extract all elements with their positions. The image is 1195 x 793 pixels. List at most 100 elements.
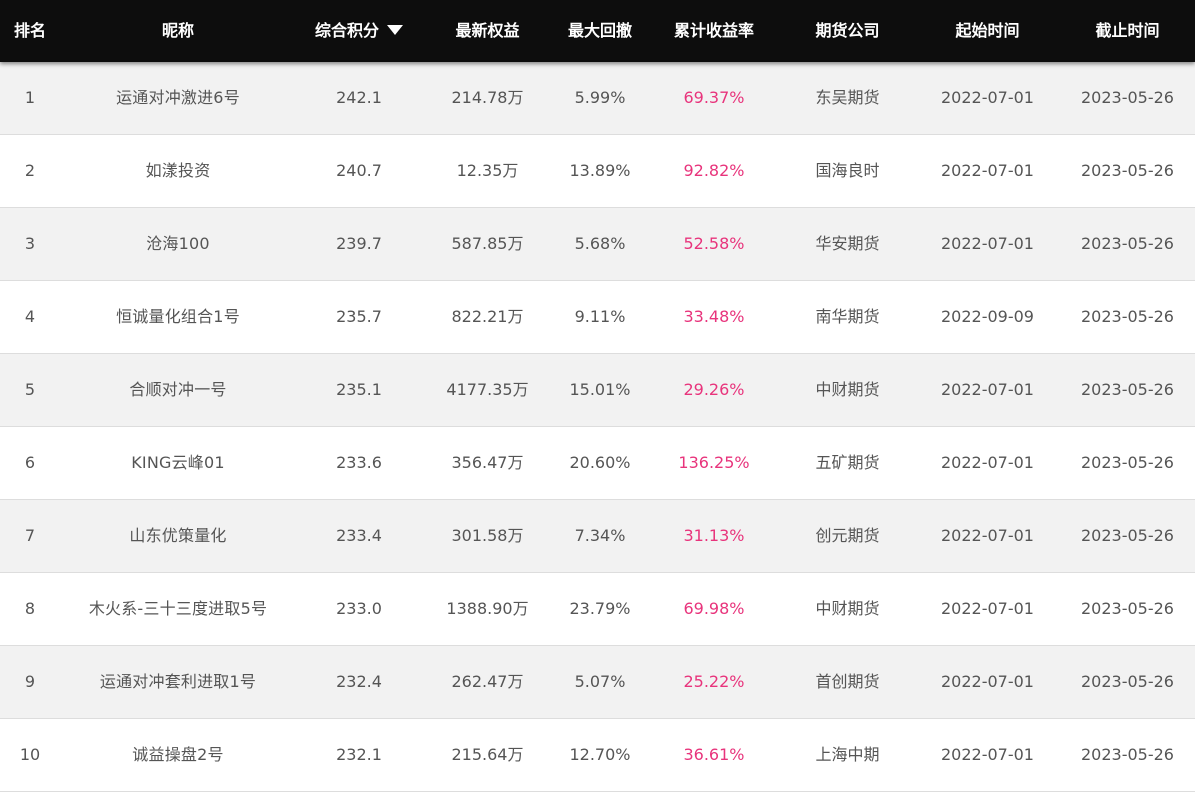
header-broker[interactable]: 期货公司 bbox=[785, 0, 910, 62]
end-date-cell: 2023-05-26 bbox=[1081, 599, 1174, 618]
cum-return-cell: 33.48% bbox=[683, 307, 745, 326]
table-row[interactable]: 1 运通对冲激进6号 242.1 214.78万 5.99% 69.37% 东吴… bbox=[0, 62, 1195, 135]
max-drawdown-cell: 23.79% bbox=[569, 599, 631, 618]
broker-cell: 首创期货 bbox=[815, 672, 880, 691]
equity-cell: 12.35万 bbox=[456, 161, 519, 180]
score-cell: 233.0 bbox=[336, 599, 382, 618]
score-cell: 232.4 bbox=[336, 672, 382, 691]
max-drawdown-cell: 15.01% bbox=[569, 380, 631, 399]
broker-cell: 华安期货 bbox=[815, 234, 880, 253]
score-cell: 242.1 bbox=[336, 88, 382, 107]
nickname-cell[interactable]: 合顺对冲一号 bbox=[78, 354, 278, 426]
equity-cell: 1388.90万 bbox=[446, 599, 529, 618]
rank-cell: 5 bbox=[24, 380, 36, 399]
start-date-cell: 2022-07-01 bbox=[941, 745, 1034, 764]
broker-cell: 中财期货 bbox=[815, 380, 880, 399]
max-drawdown-cell: 5.68% bbox=[574, 234, 626, 253]
start-date-cell: 2022-09-09 bbox=[941, 307, 1034, 326]
header-score[interactable]: 综合积分 bbox=[300, 0, 418, 62]
rank-cell: 10 bbox=[19, 745, 41, 764]
end-date-cell: 2023-05-26 bbox=[1081, 380, 1174, 399]
rank-cell: 7 bbox=[24, 526, 36, 545]
nickname-cell[interactable]: 沧海100 bbox=[78, 208, 278, 280]
cum-return-cell: 136.25% bbox=[678, 453, 750, 472]
nickname-cell[interactable]: KING云峰01 bbox=[78, 427, 278, 499]
header-end-date[interactable]: 截止时间 bbox=[1060, 0, 1195, 62]
header-nickname[interactable]: 昵称 bbox=[78, 0, 278, 62]
rank-cell: 1 bbox=[24, 88, 36, 107]
max-drawdown-cell: 20.60% bbox=[569, 453, 631, 472]
cum-return-cell: 69.98% bbox=[683, 599, 745, 618]
rank-cell: 6 bbox=[24, 453, 36, 472]
end-date-cell: 2023-05-26 bbox=[1081, 745, 1174, 764]
score-cell: 233.6 bbox=[336, 453, 382, 472]
start-date-cell: 2022-07-01 bbox=[941, 453, 1034, 472]
header-rank[interactable]: 排名 bbox=[0, 0, 60, 62]
broker-cell: 五矿期货 bbox=[815, 453, 880, 472]
table-body: 1 运通对冲激进6号 242.1 214.78万 5.99% 69.37% 东吴… bbox=[0, 62, 1195, 793]
end-date-cell: 2023-05-26 bbox=[1081, 161, 1174, 180]
cum-return-cell: 69.37% bbox=[683, 88, 745, 107]
score-cell: 235.7 bbox=[336, 307, 382, 326]
rank-cell: 9 bbox=[24, 672, 36, 691]
table-row[interactable]: 9 运通对冲套利进取1号 232.4 262.47万 5.07% 25.22% … bbox=[0, 646, 1195, 719]
header-cum-return[interactable]: 累计收益率 bbox=[655, 0, 773, 62]
max-drawdown-cell: 5.99% bbox=[574, 88, 626, 107]
header-start-date[interactable]: 起始时间 bbox=[920, 0, 1055, 62]
table-row[interactable]: 8 木火系-三十三度进取5号 233.0 1388.90万 23.79% 69.… bbox=[0, 573, 1195, 646]
cum-return-cell: 92.82% bbox=[683, 161, 745, 180]
broker-cell: 南华期货 bbox=[815, 307, 880, 326]
equity-cell: 356.47万 bbox=[451, 453, 524, 472]
cum-return-cell: 52.58% bbox=[683, 234, 745, 253]
table-row[interactable]: 5 合顺对冲一号 235.1 4177.35万 15.01% 29.26% 中财… bbox=[0, 354, 1195, 427]
max-drawdown-cell: 12.70% bbox=[569, 745, 631, 764]
table-row[interactable]: 2 如漾投资 240.7 12.35万 13.89% 92.82% 国海良时 2… bbox=[0, 135, 1195, 208]
ranking-table: 排名 昵称 综合积分 最新权益 最大回撤 累计收益率 期货公司 起始时间 截止时… bbox=[0, 0, 1195, 793]
rank-cell: 8 bbox=[24, 599, 36, 618]
table-header: 排名 昵称 综合积分 最新权益 最大回撤 累计收益率 期货公司 起始时间 截止时… bbox=[0, 0, 1195, 62]
table-row[interactable]: 3 沧海100 239.7 587.85万 5.68% 52.58% 华安期货 … bbox=[0, 208, 1195, 281]
nickname-cell[interactable]: 运通对冲套利进取1号 bbox=[78, 646, 278, 718]
cum-return-cell: 36.61% bbox=[683, 745, 745, 764]
nickname-cell[interactable]: 木火系-三十三度进取5号 bbox=[78, 573, 278, 645]
nickname-cell[interactable]: 山东优策量化 bbox=[78, 500, 278, 572]
score-cell: 239.7 bbox=[336, 234, 382, 253]
equity-cell: 215.64万 bbox=[451, 745, 524, 764]
score-cell: 232.1 bbox=[336, 745, 382, 764]
cum-return-cell: 31.13% bbox=[683, 526, 745, 545]
rank-cell: 2 bbox=[24, 161, 36, 180]
triangle-down-icon[interactable] bbox=[387, 25, 403, 35]
header-score-label: 综合积分 bbox=[314, 21, 379, 40]
header-max-drawdown[interactable]: 最大回撤 bbox=[550, 0, 650, 62]
nickname-cell[interactable]: 如漾投资 bbox=[78, 135, 278, 207]
start-date-cell: 2022-07-01 bbox=[941, 234, 1034, 253]
equity-cell: 587.85万 bbox=[451, 234, 524, 253]
equity-cell: 822.21万 bbox=[451, 307, 524, 326]
table-row[interactable]: 10 诚益操盘2号 232.1 215.64万 12.70% 36.61% 上海… bbox=[0, 719, 1195, 792]
max-drawdown-cell: 5.07% bbox=[574, 672, 626, 691]
table-row[interactable]: 4 恒诚量化组合1号 235.7 822.21万 9.11% 33.48% 南华… bbox=[0, 281, 1195, 354]
end-date-cell: 2023-05-26 bbox=[1081, 234, 1174, 253]
broker-cell: 东吴期货 bbox=[815, 88, 880, 107]
nickname-cell[interactable]: 诚益操盘2号 bbox=[78, 719, 278, 791]
start-date-cell: 2022-07-01 bbox=[941, 88, 1034, 107]
score-cell: 240.7 bbox=[336, 161, 382, 180]
nickname-cell[interactable]: 运通对冲激进6号 bbox=[78, 62, 278, 134]
max-drawdown-cell: 7.34% bbox=[574, 526, 626, 545]
end-date-cell: 2023-05-26 bbox=[1081, 453, 1174, 472]
max-drawdown-cell: 9.11% bbox=[574, 307, 626, 326]
header-equity[interactable]: 最新权益 bbox=[430, 0, 545, 62]
broker-cell: 上海中期 bbox=[815, 745, 880, 764]
start-date-cell: 2022-07-01 bbox=[941, 672, 1034, 691]
start-date-cell: 2022-07-01 bbox=[941, 380, 1034, 399]
rank-cell: 3 bbox=[24, 234, 36, 253]
equity-cell: 4177.35万 bbox=[446, 380, 529, 399]
end-date-cell: 2023-05-26 bbox=[1081, 307, 1174, 326]
score-cell: 233.4 bbox=[336, 526, 382, 545]
table-row[interactable]: 7 山东优策量化 233.4 301.58万 7.34% 31.13% 创元期货… bbox=[0, 500, 1195, 573]
start-date-cell: 2022-07-01 bbox=[941, 599, 1034, 618]
nickname-cell[interactable]: 恒诚量化组合1号 bbox=[78, 281, 278, 353]
table-row[interactable]: 6 KING云峰01 233.6 356.47万 20.60% 136.25% … bbox=[0, 427, 1195, 500]
equity-cell: 214.78万 bbox=[451, 88, 524, 107]
equity-cell: 301.58万 bbox=[451, 526, 524, 545]
